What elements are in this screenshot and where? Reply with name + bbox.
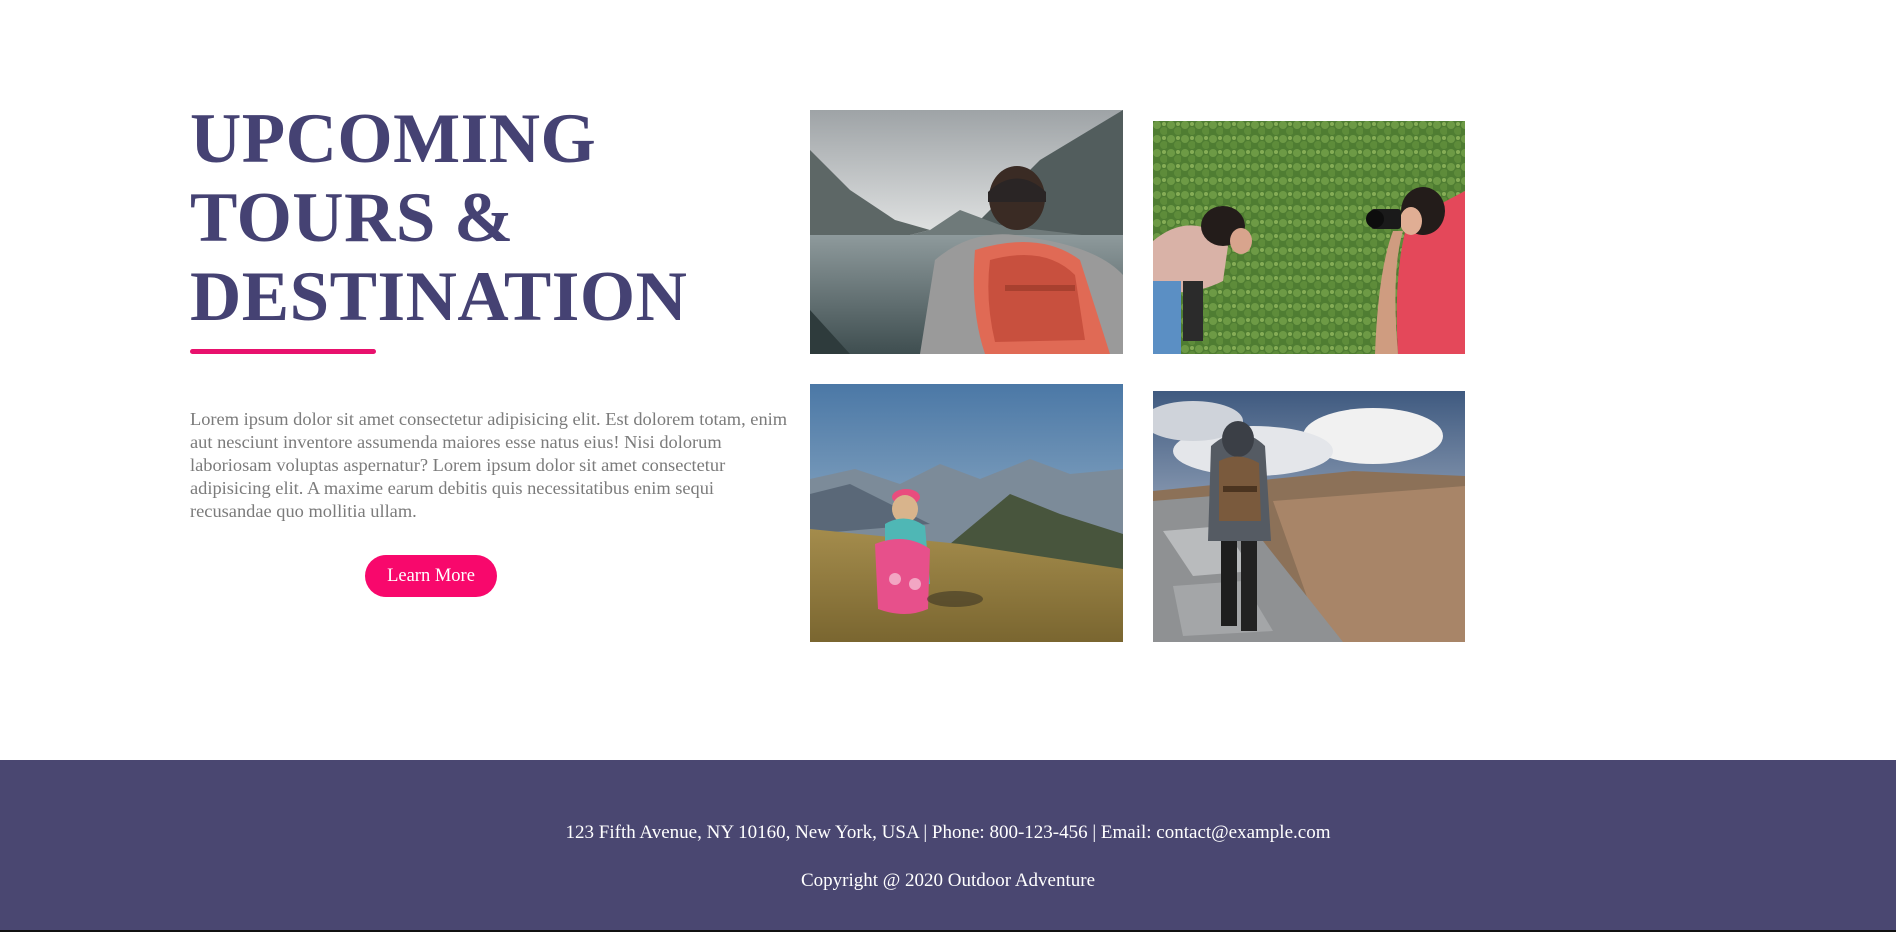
girl-on-mountain-meadow-photo <box>810 384 1123 642</box>
photographers-on-grass-photo <box>1153 121 1465 354</box>
page: UPCOMING TOURS & DESTINATION Lorem ipsum… <box>0 0 1896 932</box>
intro-section: UPCOMING TOURS & DESTINATION Lorem ipsum… <box>190 100 800 597</box>
page-title-line-2: TOURS & <box>190 179 514 257</box>
page-title-line-1: UPCOMING <box>190 100 597 178</box>
footer-copyright: Copyright @ 2020 Outdoor Adventure <box>800 870 1096 891</box>
intro-paragraph: Lorem ipsum dolor sit amet consectetur a… <box>190 409 788 521</box>
page-title-line-3: DESTINATION <box>190 258 688 336</box>
hiker-on-rocky-trail-photo <box>1153 391 1465 642</box>
lake-hiker-photo <box>810 110 1123 354</box>
title-underline <box>190 349 376 354</box>
page-title: UPCOMING TOURS & DESTINATION <box>190 100 800 337</box>
site-footer: 123 Fifth Avenue, NY 10160, New York, US… <box>0 760 1896 932</box>
learn-more-button[interactable]: Learn More <box>365 555 497 597</box>
footer-contact-info: 123 Fifth Avenue, NY 10160, New York, US… <box>565 822 1331 843</box>
